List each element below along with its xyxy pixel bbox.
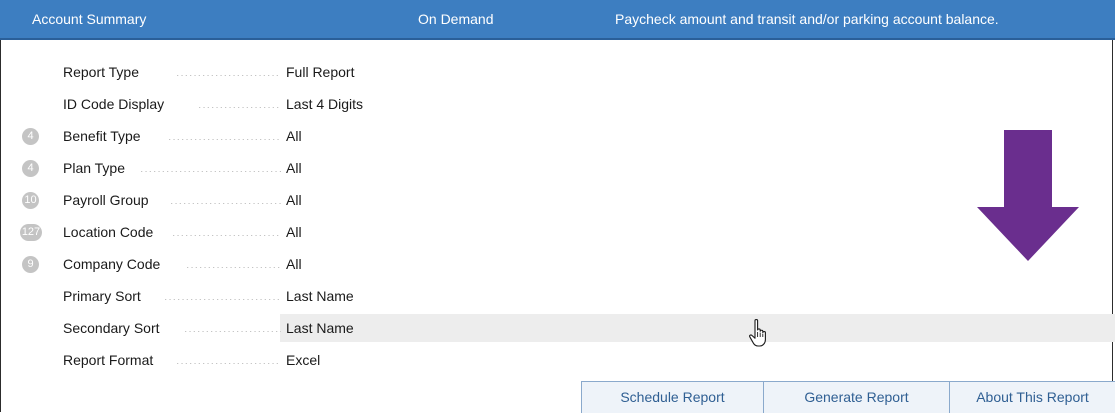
report-frequency: On Demand — [418, 11, 494, 27]
option-row-payroll-group[interactable]: 10 Payroll Group .......................… — [0, 186, 1115, 218]
option-value[interactable]: All — [286, 192, 302, 208]
option-row-secondary-sort[interactable]: Secondary Sort .........................… — [0, 314, 1115, 346]
schedule-report-button[interactable]: Schedule Report — [581, 382, 763, 413]
option-value[interactable]: All — [286, 224, 302, 240]
leader-dots: ........................................… — [140, 162, 281, 172]
option-value[interactable]: All — [286, 160, 302, 176]
row-hover-highlight — [280, 314, 1115, 342]
option-row-plan-type[interactable]: 4 Plan Type ............................… — [0, 154, 1115, 186]
option-row-company-code[interactable]: 9 Company Code .........................… — [0, 250, 1115, 282]
leader-dots: ........................................… — [184, 322, 281, 332]
leader-dots: ........................................… — [176, 66, 281, 76]
option-label: Report Format — [63, 352, 154, 368]
count-badge: 127 — [20, 224, 42, 241]
option-value[interactable]: Last Name — [286, 320, 354, 336]
option-label: Report Type — [63, 64, 140, 80]
count-badge: 10 — [22, 192, 39, 209]
leader-dots: ........................................… — [198, 98, 281, 108]
count-badge: 4 — [22, 160, 39, 177]
hand-pointer-icon — [749, 319, 766, 347]
generate-report-button[interactable]: Generate Report — [763, 382, 949, 413]
option-value[interactable]: Last 4 Digits — [286, 96, 363, 112]
leader-dots: ........................................… — [176, 354, 281, 364]
option-label: Benefit Type — [63, 128, 141, 144]
leader-dots: ........................................… — [164, 290, 281, 300]
count-badge: 4 — [22, 128, 39, 145]
report-header: Account Summary On Demand Paycheck amoun… — [0, 0, 1115, 40]
option-value[interactable]: Full Report — [286, 64, 354, 80]
option-row-location-code[interactable]: 127 Location Code ......................… — [0, 218, 1115, 250]
option-value[interactable]: All — [286, 256, 302, 272]
leader-dots: ........................................… — [168, 130, 281, 140]
option-label: Company Code — [63, 256, 161, 272]
option-value[interactable]: Last Name — [286, 288, 354, 304]
option-row-primary-sort[interactable]: Primary Sort ...........................… — [0, 282, 1115, 314]
option-label: Payroll Group — [63, 192, 149, 208]
report-description: Paycheck amount and transit and/or parki… — [615, 11, 999, 27]
report-options-list: Report Type ............................… — [0, 58, 1115, 378]
down-arrow-icon — [977, 130, 1079, 261]
option-row-benefit-type[interactable]: 4 Benefit Type .........................… — [0, 122, 1115, 154]
leader-dots: ........................................… — [186, 258, 281, 268]
option-label: Plan Type — [63, 160, 126, 176]
leader-dots: ........................................… — [172, 226, 281, 236]
option-label: Primary Sort — [63, 288, 141, 304]
report-title[interactable]: Account Summary — [32, 11, 146, 27]
option-label: Secondary Sort — [63, 320, 160, 336]
option-row-report-type[interactable]: Report Type ............................… — [0, 58, 1115, 90]
leader-dots: ........................................… — [170, 194, 281, 204]
option-value[interactable]: All — [286, 128, 302, 144]
count-badge: 9 — [22, 256, 39, 273]
about-this-report-button[interactable]: About This Report — [949, 382, 1115, 413]
option-value[interactable]: Excel — [286, 352, 320, 368]
option-label: ID Code Display — [63, 96, 165, 112]
option-label: Location Code — [63, 224, 154, 240]
option-row-id-code-display[interactable]: ID Code Display ........................… — [0, 90, 1115, 122]
report-action-bar: Schedule Report Generate Report About Th… — [581, 381, 1115, 413]
option-row-report-format[interactable]: Report Format ..........................… — [0, 346, 1115, 378]
